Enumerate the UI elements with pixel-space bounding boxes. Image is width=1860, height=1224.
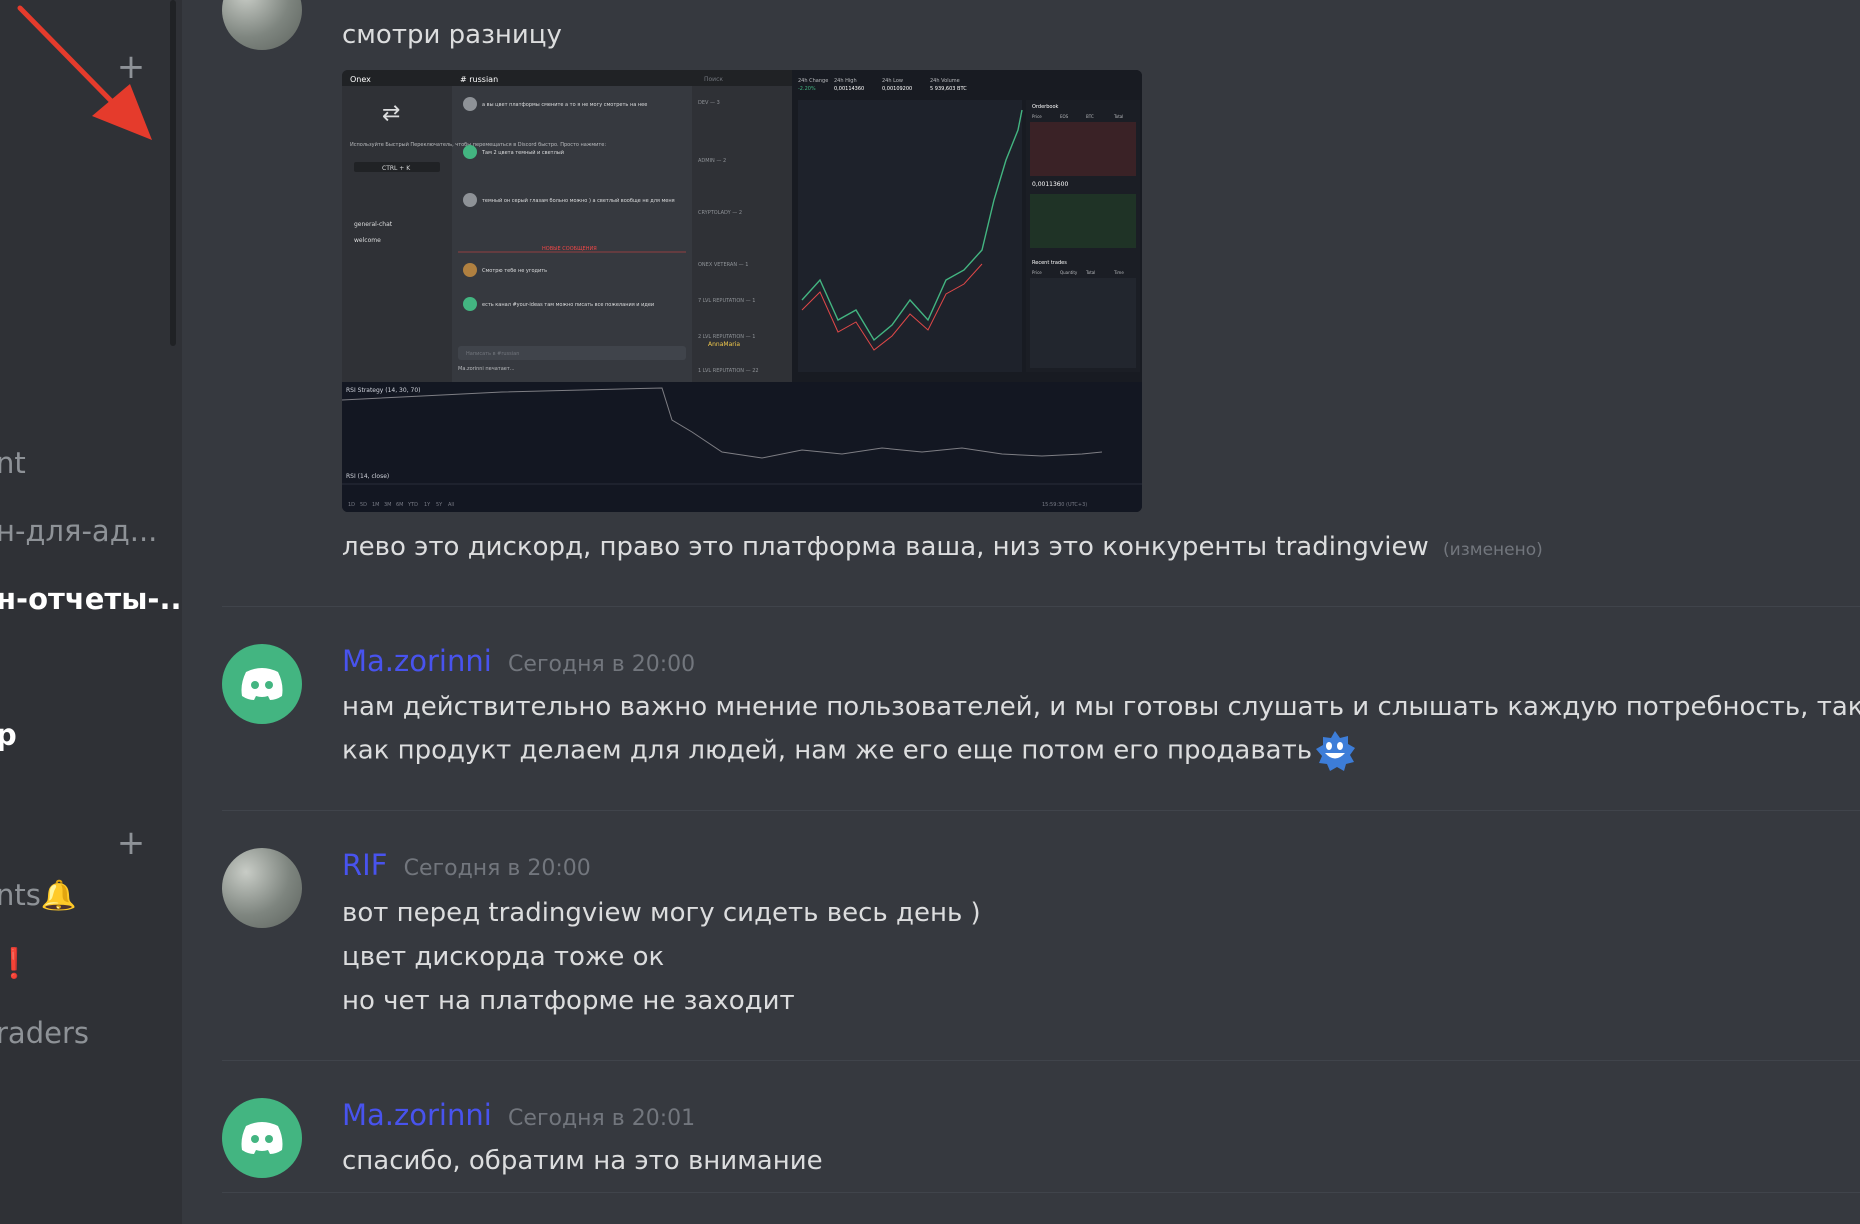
svg-text:Используйте Быстрый Переключат: Используйте Быстрый Переключатель, чтобы… — [350, 141, 606, 148]
discord-avatar-icon[interactable] — [222, 644, 302, 724]
svg-text:1M: 1M — [372, 502, 380, 508]
message-text: нам действительно важно мнение пользоват… — [342, 692, 1860, 722]
message-header: Ma.zorinni Сегодня в 20:01 — [342, 1098, 695, 1132]
sidebar-channel[interactable]: р — [0, 718, 17, 752]
svg-text:Total: Total — [1113, 114, 1123, 119]
svg-text:⇄: ⇄ — [382, 101, 400, 126]
sidebar-channel[interactable]: raders — [0, 1016, 89, 1050]
edited-indicator: (изменено) — [1443, 540, 1543, 560]
svg-text:Смотрю тебе не угодить: Смотрю тебе не угодить — [482, 268, 547, 274]
svg-text:EOS: EOS — [1060, 114, 1069, 119]
username[interactable]: Ma.zorinni — [342, 644, 492, 678]
svg-text:24h Volume: 24h Volume — [930, 78, 960, 84]
svg-text:CRYPTOLADY — 2: CRYPTOLADY — 2 — [698, 210, 742, 216]
username[interactable]: Ma.zorinni — [342, 1098, 492, 1132]
svg-text:1 LVL REPUTATION — 22: 1 LVL REPUTATION — 22 — [698, 368, 759, 374]
svg-text:темный он серый глазам больно: темный он серый глазам больно можно ) а … — [482, 197, 675, 204]
svg-text:0,00113600: 0,00113600 — [1032, 181, 1068, 188]
svg-text:general-chat: general-chat — [354, 221, 393, 228]
svg-text:DEV — 3: DEV — 3 — [698, 100, 720, 106]
sidebar-channel[interactable]: н-отчеты-... — [0, 582, 182, 616]
svg-text:Time: Time — [1113, 270, 1124, 275]
message-text: но чет на платформе не заходит — [342, 986, 795, 1016]
message-text: смотри разницу — [342, 20, 562, 50]
grinning-blob-emoji-icon — [1314, 730, 1356, 772]
svg-text:24h High: 24h High — [834, 78, 857, 84]
svg-text:RSI Strategy (14, 30, 70): RSI Strategy (14, 30, 70) — [346, 387, 420, 394]
svg-text:YTD: YTD — [407, 502, 418, 508]
user-avatar[interactable] — [222, 848, 302, 928]
user-avatar[interactable] — [222, 0, 302, 50]
image-attachment[interactable]: Onex # russian Поиск ⇄ Используйте Быстр… — [342, 70, 1142, 512]
username[interactable]: RIF — [342, 848, 387, 882]
svg-text:15:59:30 (UTC+3): 15:59:30 (UTC+3) — [1042, 502, 1087, 508]
svg-text:AnnaMaria: AnnaMaria — [708, 341, 740, 348]
attachment-screenshot-content: Onex # russian Поиск ⇄ Используйте Быстр… — [342, 70, 1142, 512]
svg-text:welcome: welcome — [354, 237, 381, 244]
sidebar-channel[interactable]: н-для-ад... — [0, 514, 157, 548]
svg-text:а вы цвет платформы смените а: а вы цвет платформы смените а то я не мо… — [482, 102, 647, 108]
chat-messages-area: смотри разницу Onex # russian Поиск ⇄ Ис… — [182, 0, 1860, 1224]
svg-text:Quantity: Quantity — [1060, 270, 1078, 275]
svg-text:Price: Price — [1032, 114, 1042, 119]
svg-text:6M: 6M — [396, 502, 404, 508]
svg-text:0,00109200: 0,00109200 — [882, 86, 912, 92]
message-divider — [222, 606, 1860, 607]
svg-text:# russian: # russian — [460, 75, 498, 84]
svg-text:Написать в #russian: Написать в #russian — [466, 351, 519, 357]
svg-text:НОВЫЕ СООБЩЕНИЯ: НОВЫЕ СООБЩЕНИЯ — [542, 246, 597, 252]
message-divider — [222, 1192, 1860, 1193]
message-header: RIF Сегодня в 20:00 — [342, 848, 591, 882]
message-timestamp: Сегодня в 20:00 — [508, 652, 696, 677]
message-text: спасибо, обратим на это внимание — [342, 1146, 823, 1176]
message-divider — [222, 1060, 1860, 1061]
sidebar-channel[interactable]: ❗ — [0, 946, 32, 981]
sidebar-channel[interactable]: nts🔔 — [0, 878, 77, 913]
message-text: как продукт делаем для людей, нам же его… — [342, 730, 1356, 772]
svg-text:All: All — [448, 502, 454, 508]
message-divider — [222, 810, 1860, 811]
svg-text:3M: 3M — [384, 502, 392, 508]
svg-text:2 LVL REPUTATION — 1: 2 LVL REPUTATION — 1 — [698, 334, 755, 340]
svg-text:Total: Total — [1085, 270, 1095, 275]
svg-text:5 939,603 BTC: 5 939,603 BTC — [930, 86, 967, 92]
svg-text:0,00114360: 0,00114360 — [834, 86, 864, 92]
svg-text:Recent trades: Recent trades — [1032, 260, 1067, 266]
svg-text:Ma.zorinni печатает...: Ma.zorinni печатает... — [458, 366, 515, 372]
svg-text:24h Low: 24h Low — [882, 78, 903, 84]
message-timestamp: Сегодня в 20:00 — [403, 856, 591, 881]
svg-text:1Y: 1Y — [424, 502, 431, 508]
red-arrow-annotation — [17, 5, 152, 140]
svg-text:Там 2 цвета темный и светлый: Там 2 цвета темный и светлый — [481, 149, 564, 156]
message-timestamp: Сегодня в 20:01 — [508, 1106, 696, 1131]
svg-text:CTRL + K: CTRL + K — [382, 165, 411, 172]
message-text: цвет дискорда тоже ок — [342, 942, 665, 972]
message-text: вот перед tradingview могу сидеть весь д… — [342, 898, 981, 928]
svg-text:Поиск: Поиск — [704, 76, 723, 83]
svg-text:-2.20%: -2.20% — [798, 86, 816, 92]
svg-text:ONEX VETERAN — 1: ONEX VETERAN — 1 — [698, 262, 748, 268]
svg-text:7 LVL REPUTATION — 1: 7 LVL REPUTATION — 1 — [698, 298, 755, 304]
sidebar-channel[interactable]: nt — [0, 446, 26, 480]
message-text: лево это дискорд, право это платформа ва… — [342, 532, 1543, 562]
message-text-line: как продукт делаем для людей, нам же его… — [342, 735, 1313, 766]
svg-text:24h Change: 24h Change — [798, 78, 828, 84]
discord-avatar-icon[interactable] — [222, 1098, 302, 1178]
svg-text:Orderbook: Orderbook — [1032, 104, 1059, 110]
svg-text:5Y: 5Y — [436, 502, 443, 508]
attachment-caption: лево это дискорд, право это платформа ва… — [342, 532, 1429, 562]
message-header: Ma.zorinni Сегодня в 20:00 — [342, 644, 695, 678]
svg-text:BTC: BTC — [1086, 114, 1094, 119]
sidebar-scrollbar[interactable] — [170, 0, 176, 346]
svg-text:ADMIN — 2: ADMIN — 2 — [698, 158, 726, 164]
svg-text:5D: 5D — [360, 502, 367, 508]
svg-text:1D: 1D — [348, 502, 355, 508]
svg-text:есть канал #your-ideas там мож: есть канал #your-ideas там можно писать … — [482, 302, 654, 308]
svg-text:Price: Price — [1032, 270, 1042, 275]
svg-text:Onex: Onex — [350, 75, 371, 84]
svg-text:RSI (14, close): RSI (14, close) — [346, 473, 389, 480]
add-channel-plus-icon[interactable]: + — [116, 826, 146, 860]
channel-sidebar: + + nt н-для-ад... н-отчеты-... р nts🔔 ❗… — [0, 0, 182, 1224]
